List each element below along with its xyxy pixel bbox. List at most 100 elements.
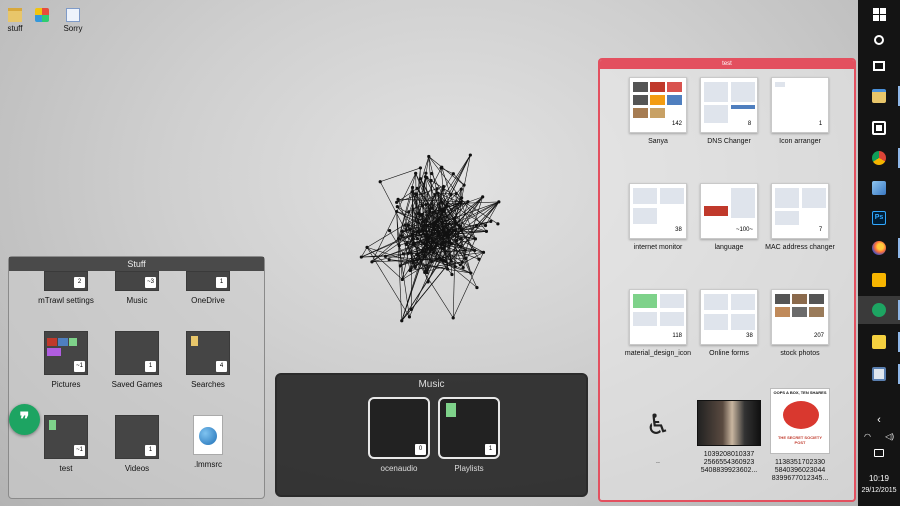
action-center-button[interactable]	[858, 444, 900, 462]
stuff-item-videos[interactable]: 1 Videos	[102, 415, 172, 473]
app-button[interactable]	[858, 174, 900, 202]
folder-thumb: 8	[700, 77, 758, 133]
test-item-online-forms[interactable]: 38 Online forms	[689, 289, 769, 358]
test-item-mac-address-changer[interactable]: 7 MAC address changer	[760, 183, 840, 252]
stuff-item-music[interactable]: ~3 Music	[102, 271, 172, 305]
music-item-playlists[interactable]: 1 Playlists	[429, 397, 509, 473]
graph-node	[426, 223, 430, 227]
thumb-photo	[775, 294, 790, 304]
thumb-photo	[667, 95, 682, 105]
graph-node	[411, 260, 415, 264]
chrome-button[interactable]	[858, 144, 900, 172]
test-item-material-design-icon[interactable]: 118 material_design_icon	[618, 289, 698, 358]
graph-edge	[452, 252, 484, 319]
task-view-button[interactable]	[858, 52, 900, 80]
desktop-icon-sorry[interactable]: Sorry	[58, 8, 88, 33]
graph-node	[424, 232, 428, 237]
graph-node	[415, 258, 419, 262]
folder-thumb: 0	[368, 397, 430, 459]
stuff-item-test[interactable]: ~1 test	[31, 415, 101, 473]
test-item-dns-changer[interactable]: 8 DNS Changer	[689, 77, 769, 146]
start-button[interactable]	[858, 0, 900, 28]
test-item-sanya[interactable]: 142 Sanya	[618, 77, 698, 146]
media-player-icon	[872, 273, 886, 287]
stuff-item-saved-games[interactable]: 1 Saved Games	[102, 331, 172, 389]
thumb-screenshot	[660, 294, 684, 308]
graph-node	[437, 234, 441, 238]
graph-node	[415, 252, 419, 257]
file-explorer-button[interactable]	[858, 82, 900, 110]
music-item-ocenaudio[interactable]: 0 ocenaudio	[359, 397, 439, 473]
stuff-fence[interactable]: Stuff 2 mTrawl settings ~3 Music 1 OneDr…	[8, 256, 265, 499]
hangouts-chat-bubble-icon[interactable]: ❞	[9, 404, 40, 435]
test-item-parent-directory[interactable]: ♿ ..	[618, 395, 698, 466]
graph-node	[458, 244, 462, 248]
clock-date[interactable]: 29/12/2015	[858, 486, 900, 496]
graph-node	[398, 264, 403, 268]
test-item-icon-arranger[interactable]: 1 Icon arranger	[760, 77, 840, 146]
media-player-button[interactable]	[858, 266, 900, 294]
test-item-language[interactable]: ~100~ language	[689, 183, 769, 252]
stuff-item-onedrive[interactable]: 1 OneDrive	[173, 271, 243, 305]
show-hidden-icons-button[interactable]: ‹	[858, 410, 900, 430]
graph-node	[395, 205, 399, 209]
test-item-image-1[interactable]: 1039208010337 2566554360923 540883992360…	[689, 395, 769, 475]
graph-node	[416, 229, 420, 233]
thumb-photo	[47, 338, 57, 346]
firefox-button[interactable]	[858, 234, 900, 262]
graph-node	[408, 268, 412, 273]
graph-node	[400, 229, 404, 233]
stuff-item-mtrawl[interactable]: 2 mTrawl settings	[31, 271, 101, 305]
file-explorer-icon	[872, 89, 886, 103]
thumb-photo	[69, 338, 77, 346]
desktop-icon-stuff[interactable]: stuff	[0, 8, 30, 33]
graph-node	[459, 228, 464, 232]
stuff-item-lmmsrc[interactable]: .lmmsrc	[173, 415, 243, 469]
music-fence[interactable]: Music 0 ocenaudio 1 Playlists	[275, 373, 588, 497]
photoshop-button[interactable]: Ps	[858, 204, 900, 232]
thumb-screenshot	[775, 211, 799, 225]
stuff-item-pictures[interactable]: ~1 Pictures	[31, 331, 101, 389]
thumb-screenshot	[775, 82, 785, 87]
chrome-icon	[872, 151, 886, 165]
folder-thumb: 7	[771, 183, 829, 239]
graph-node	[415, 237, 419, 241]
file-glyph	[49, 420, 56, 430]
thumb-photo	[650, 95, 665, 105]
desktop-icon-app[interactable]	[27, 8, 57, 24]
thumb-photo	[650, 82, 665, 92]
search-button[interactable]	[858, 26, 900, 54]
task-view-icon	[873, 61, 885, 71]
graph-node	[450, 272, 454, 277]
thumb-photo	[58, 338, 68, 346]
graph-node	[422, 224, 426, 228]
wifi-icon[interactable]: ◠	[864, 432, 871, 441]
system-tray: ◠ ◁)	[864, 432, 894, 441]
graph-node	[442, 227, 446, 231]
sticky-notes-icon	[872, 335, 886, 349]
firefox-icon	[872, 241, 886, 255]
test-item-image-2[interactable]: OOPS A BOX, TEN SHARES THE SECRET SOCIET…	[760, 388, 840, 483]
test-item-internet-monitor[interactable]: 38 internet monitor	[618, 183, 698, 252]
graph-node	[410, 232, 415, 237]
thumb-screenshot	[660, 188, 684, 204]
test-item-stock-photos[interactable]: 207 stock photos	[760, 289, 840, 358]
photo-app-button[interactable]	[858, 360, 900, 388]
clock-time[interactable]: 10:19	[858, 474, 900, 484]
folder-thumb: 1	[115, 415, 159, 459]
graph-node	[449, 259, 453, 263]
graph-node	[395, 200, 399, 204]
store-button[interactable]	[858, 114, 900, 142]
volume-icon[interactable]: ◁)	[885, 432, 894, 441]
stuff-item-searches[interactable]: 4 Searches	[173, 331, 243, 389]
thumb-screenshot	[704, 82, 728, 102]
graph-node	[496, 222, 500, 226]
hangouts-button[interactable]	[858, 296, 900, 324]
graph-node	[378, 180, 382, 184]
meme-image: OOPS A BOX, TEN SHARES THE SECRET SOCIET…	[770, 388, 830, 454]
graph-node	[365, 245, 369, 249]
test-fence[interactable]: test 142 Sanya 8 DNS Changer 1 Icon arra…	[598, 58, 856, 502]
graph-node	[408, 227, 412, 231]
sticky-notes-button[interactable]	[858, 328, 900, 356]
thumb-screenshot	[633, 294, 657, 308]
